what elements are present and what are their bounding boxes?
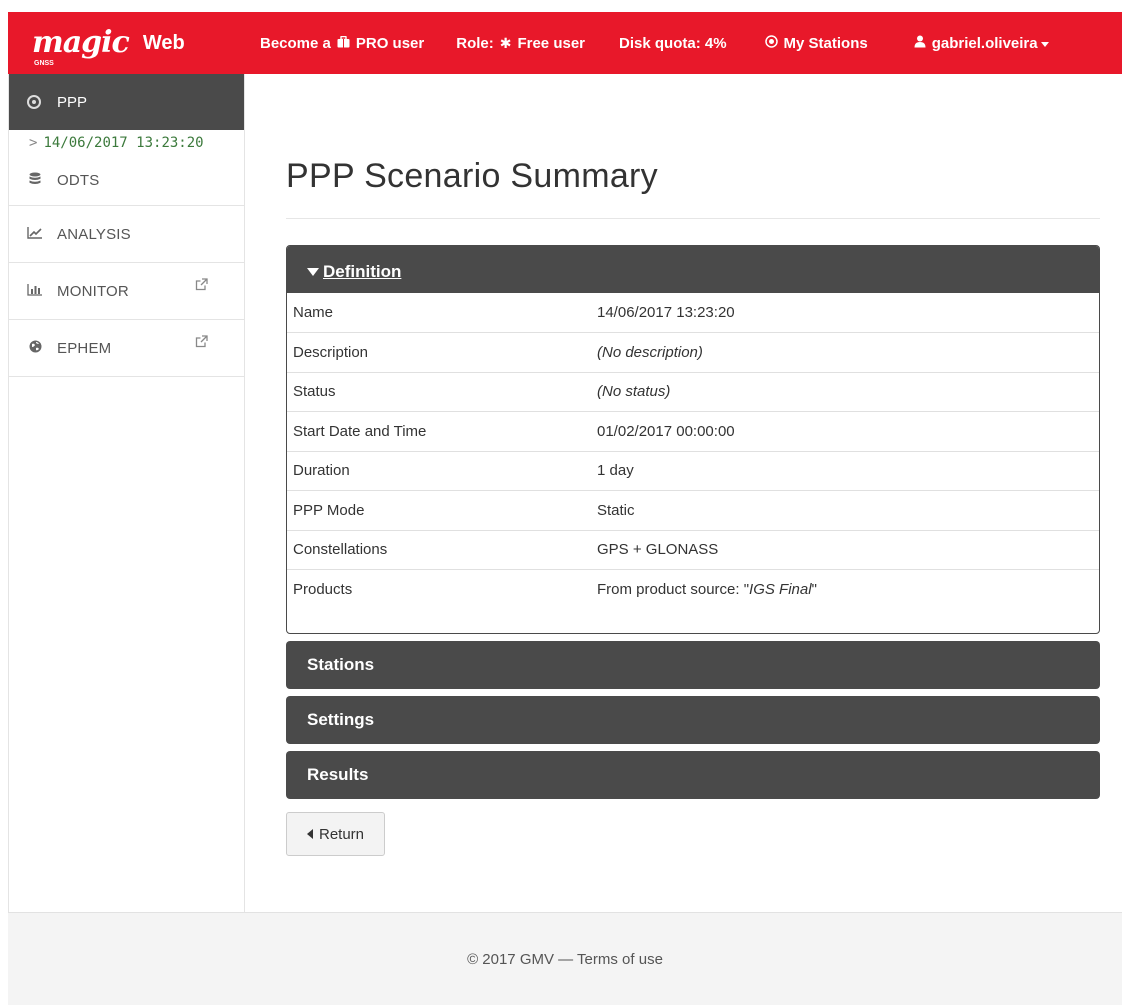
row-label: Products: [287, 569, 585, 609]
row-value: GPS + GLONASS: [585, 529, 1099, 570]
row-value: 1 day: [585, 450, 1099, 491]
brand-web-label: Web: [142, 31, 185, 54]
divider: [286, 218, 1100, 219]
caret-left-icon: [306, 829, 313, 839]
caret-down-icon: [307, 267, 319, 276]
user-icon: [914, 35, 926, 51]
row-label: Description: [287, 332, 585, 372]
row-label: Status: [287, 371, 585, 412]
main-content: PPP Scenario Summary Definition Name 14/…: [286, 74, 1100, 856]
sidebar-item-monitor[interactable]: MONITOR: [9, 263, 244, 320]
footer: © 2017 GMV — Terms of use: [8, 912, 1122, 1005]
table-row: Description (No description): [287, 332, 1099, 372]
table-row: Status (No status): [287, 371, 1099, 412]
definition-panel-toggle[interactable]: Definition: [287, 246, 1099, 293]
globe-icon: [27, 340, 43, 356]
return-button[interactable]: Return: [286, 812, 385, 856]
stations-panel-toggle[interactable]: Stations: [286, 641, 1100, 689]
external-link-icon: [195, 278, 208, 294]
table-row: PPP Mode Static: [287, 490, 1099, 530]
row-value: (No status): [585, 371, 1099, 412]
table-row: Duration 1 day: [287, 450, 1099, 491]
row-label: Start Date and Time: [287, 411, 585, 451]
sidebar-item-ephem[interactable]: EPHEM: [9, 320, 244, 377]
chevron-right-icon: >: [29, 134, 38, 151]
role-indicator: Role: ✱ Free user: [456, 34, 586, 52]
row-label: PPP Mode: [287, 490, 585, 530]
sidebar-item-odts[interactable]: ODTS: [9, 155, 244, 206]
row-value: (No description): [585, 332, 1099, 372]
briefcase-icon: [337, 35, 350, 51]
sidebar-item-ppp[interactable]: PPP: [9, 74, 244, 130]
row-value: 14/06/2017 13:23:20: [597, 304, 735, 321]
table-row: Name 14/06/2017 13:23:20: [287, 293, 1099, 333]
magic-gnss-logo: magic GNSS: [32, 25, 130, 68]
table-row: Constellations GPS + GLONASS: [287, 529, 1099, 570]
page-title: PPP Scenario Summary: [286, 157, 658, 195]
bar-chart-icon: [27, 283, 43, 299]
settings-panel-toggle[interactable]: Settings: [286, 696, 1100, 744]
row-value: 01/02/2017 00:00:00: [585, 411, 1099, 451]
table-row: Start Date and Time 01/02/2017 00:00:00: [287, 411, 1099, 451]
sidebar-subitem-scenario[interactable]: > 14/06/2017 13:23:20: [9, 130, 244, 155]
line-chart-icon: [27, 226, 43, 242]
definition-panel: Definition Name 14/06/2017 13:23:20 Desc…: [286, 245, 1100, 634]
become-pro-link[interactable]: Become a PRO user: [260, 35, 424, 52]
row-label: Constellations: [287, 529, 585, 570]
footer-text[interactable]: © 2017 GMV — Terms of use: [467, 951, 663, 968]
asterisk-icon: ✱: [499, 34, 512, 51]
disk-quota: Disk quota: 4%: [619, 34, 727, 52]
definition-table: Name 14/06/2017 13:23:20 Description (No…: [287, 293, 1099, 609]
row-value: Static: [585, 490, 1099, 530]
user-menu[interactable]: gabriel.oliveira: [908, 35, 1049, 52]
external-link-icon: [195, 335, 208, 351]
chevron-down-icon: [1040, 41, 1049, 47]
results-panel-toggle[interactable]: Results: [286, 751, 1100, 799]
row-label: Duration: [287, 450, 585, 491]
ppp-target-icon: [27, 95, 41, 109]
row-value: From product source: "IGS Final": [585, 569, 1099, 609]
sidebar-item-analysis[interactable]: ANALYSIS: [9, 206, 244, 263]
row-label: Name: [293, 304, 334, 321]
my-stations-link[interactable]: My Stations: [759, 35, 868, 52]
top-navbar: magic GNSS Web Become a PRO user Role: ✱…: [8, 12, 1122, 74]
target-icon: [764, 35, 778, 51]
database-icon: [27, 172, 43, 189]
table-row: Products From product source: "IGS Final…: [287, 569, 1099, 609]
brand[interactable]: magic GNSS Web: [8, 12, 244, 74]
sidebar: PPP > 14/06/2017 13:23:20 ODTS ANALYSIS …: [8, 74, 245, 912]
